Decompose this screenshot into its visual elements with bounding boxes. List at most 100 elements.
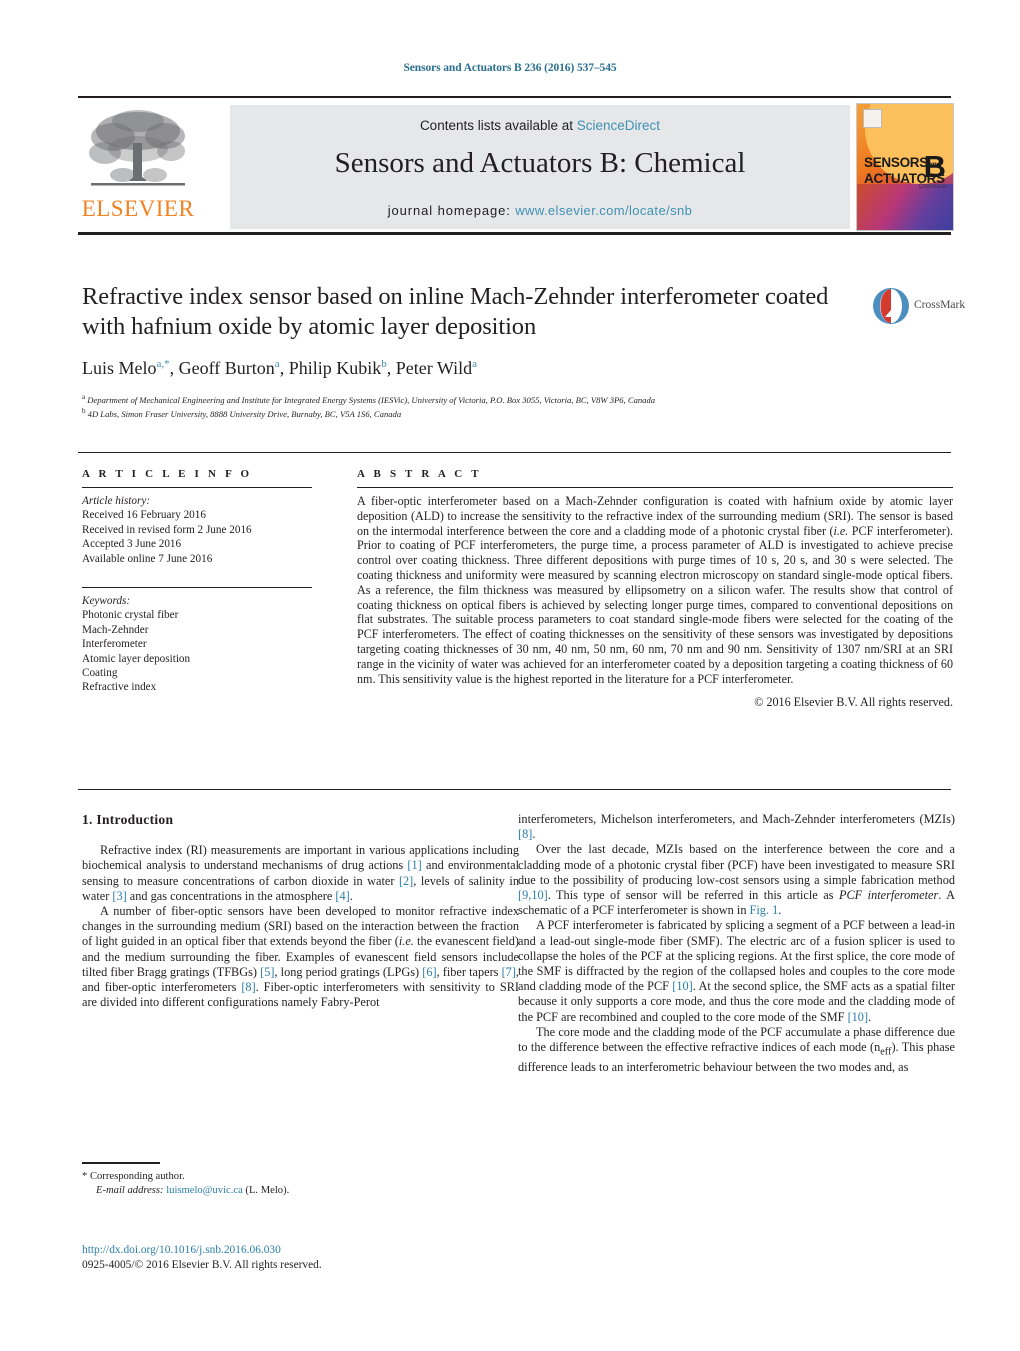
rp0-seg-a: interferometers, Michelson interferomete…	[518, 812, 955, 826]
affiliation-b: b 4D Labs, Simon Fraser University, 8888…	[82, 406, 862, 420]
paragraph-intro-2: A number of fiber-optic sensors have bee…	[82, 904, 519, 1010]
sciencedirect-link[interactable]: ScienceDirect	[577, 118, 660, 133]
figure-1-link[interactable]: Fig. 1	[750, 903, 779, 917]
email-link[interactable]: luismelo@uvic.ca	[166, 1185, 243, 1196]
citation-6[interactable]: [6]	[422, 965, 436, 979]
keywords-divider	[82, 587, 312, 589]
footnote-rule	[82, 1162, 160, 1164]
affiliation-b-text: 4D Labs, Simon Fraser University, 8888 U…	[87, 409, 402, 420]
crossmark-badge[interactable]: CrossMark	[872, 287, 965, 327]
homepage-url-link[interactable]: www.elsevier.com/locate/snb	[515, 203, 692, 218]
p2-seg-d: , fiber tapers	[436, 964, 502, 979]
footnote-block: * Corresponding author. E-mail address: …	[82, 1170, 512, 1197]
doi-link[interactable]: http://dx.doi.org/10.1016/j.snb.2016.06.…	[82, 1243, 512, 1258]
rp1-seg-d: .	[778, 903, 782, 918]
abstract-section-top-rule	[78, 452, 951, 453]
abstract-copyright: © 2016 Elsevier B.V. All rights reserved…	[754, 695, 953, 710]
rp1-seg-a: Over the last decade, MZIs based on the …	[518, 842, 955, 887]
paragraph-intro-4: A PCF interferometer is fabricated by sp…	[518, 918, 955, 1024]
keyword-4: Coating	[82, 667, 118, 680]
article-info-column: A R T I C L E I N F O Article history: R…	[82, 468, 312, 695]
corresponding-author-note: * Corresponding author.	[82, 1171, 185, 1182]
p2-italic: i.e.	[398, 934, 414, 949]
keyword-3: Atomic layer deposition	[82, 652, 191, 665]
elsevier-wordmark: ELSEVIER	[81, 196, 195, 221]
contents-line: Contents lists available at ScienceDirec…	[230, 118, 850, 133]
citation-2[interactable]: [2]	[399, 874, 413, 888]
paragraph-intro-2-continued: interferometers, Michelson interferomete…	[518, 812, 955, 842]
elsevier-logo: ELSEVIER	[78, 105, 198, 227]
abstract-italic-1: i.e.	[833, 523, 849, 538]
article-info-heading: A R T I C L E I N F O	[82, 468, 253, 480]
paragraph-intro-5: The core mode and the cladding mode of t…	[518, 1025, 955, 1075]
journal-banner: Contents lists available at ScienceDirec…	[230, 105, 850, 229]
running-head: Sensors and Actuators B 236 (2016) 537–5…	[403, 62, 617, 74]
abstract-section-bottom-rule	[78, 789, 951, 790]
history-item-3: Available online 7 June 2016	[82, 552, 213, 565]
crossmark-icon	[873, 288, 909, 324]
history-item-2: Accepted 3 June 2016	[82, 538, 182, 551]
rp1-italic: PCF interferometer	[838, 888, 939, 903]
citation-3[interactable]: [3]	[112, 889, 126, 903]
rp0-seg-b: .	[532, 827, 536, 842]
abstract-column: A B S T R A C T A fiber-optic interferom…	[357, 468, 953, 710]
affiliations: a Department of Mechanical Engineering a…	[82, 392, 862, 421]
author-list: Luis Meloa,*, Geoff Burtona, Philip Kubi…	[82, 358, 478, 378]
footer-block: http://dx.doi.org/10.1016/j.snb.2016.06.…	[82, 1243, 512, 1272]
affiliation-a: a Department of Mechanical Engineering a…	[82, 392, 862, 406]
rp2-seg-c: .	[868, 1009, 872, 1024]
title-block: Refractive index sensor based on inline …	[82, 282, 862, 421]
affiliation-a-marker: a	[82, 393, 86, 401]
homepage-line: journal homepage: www.elsevier.com/locat…	[230, 203, 850, 218]
keyword-5: Refractive index	[82, 681, 157, 694]
journal-masthead: ELSEVIER Contents lists available at Sci…	[78, 97, 954, 231]
affiliation-b-marker: b	[82, 407, 86, 416]
p1-seg-e: .	[349, 888, 353, 903]
issn-copyright-line: 0925-4005/© 2016 Elsevier B.V. All right…	[82, 1258, 322, 1271]
paragraph-intro-1: Refractive index (RI) measurements are i…	[82, 843, 519, 904]
keyword-1: Mach-Zehnder	[82, 623, 149, 636]
p2-seg-c: , long period gratings (LPGs)	[274, 964, 423, 979]
crossmark-label: CrossMark	[914, 299, 966, 311]
paragraph-intro-3: Over the last decade, MZIs based on the …	[518, 842, 955, 918]
article-info-divider	[82, 487, 312, 488]
keyword-0: Photonic crystal fiber	[82, 609, 179, 622]
masthead-bottom-rule	[78, 232, 951, 235]
citation-7[interactable]: [7]	[502, 965, 516, 979]
citation-8b[interactable]: [8]	[518, 827, 532, 841]
article-history-label: Article history:	[82, 495, 151, 507]
journal-title: Sensors and Actuators B: Chemical	[334, 147, 746, 179]
homepage-label: journal homepage:	[387, 203, 511, 218]
affiliation-a-text: Department of Mechanical Engineering and…	[87, 394, 656, 405]
email-label: E-mail address:	[96, 1184, 164, 1196]
citation-5[interactable]: [5]	[260, 965, 274, 979]
email-note: E-mail address: luismelo@uvic.ca (L. Mel…	[82, 1184, 512, 1198]
keyword-2: Interferometer	[82, 638, 147, 651]
p1-seg-d: and gas concentrations in the atmosphere	[126, 888, 336, 903]
keywords-label: Keywords:	[82, 595, 131, 608]
body-column-left: 1. Introduction Refractive index (RI) me…	[82, 812, 519, 1010]
info-gap	[82, 566, 312, 580]
elsevier-tree-icon	[89, 110, 185, 186]
cover-line1: SENSORS	[864, 155, 928, 170]
cover-series-subtitle: Chemical	[918, 184, 947, 190]
contents-label: Contents lists available at	[419, 118, 577, 133]
citation-8[interactable]: [8]	[241, 980, 255, 994]
history-item-0: Received 16 February 2016	[82, 509, 206, 522]
citation-10b[interactable]: [10]	[848, 1010, 869, 1024]
body-column-right: interferometers, Michelson interferomete…	[518, 812, 955, 1075]
cover-gradient-band	[857, 184, 953, 230]
citation-10a[interactable]: [10]	[672, 979, 693, 993]
journal-cover-thumbnail: SENSORSand ACTUATORS B Chemical	[856, 103, 954, 231]
rp1-seg-b: . This type of sensor will be referred i…	[547, 888, 839, 903]
citation-1[interactable]: [1]	[407, 858, 421, 872]
cover-elsevier-mark-icon	[863, 109, 882, 128]
history-item-1: Received in revised form 2 June 2016	[82, 523, 252, 536]
section-heading-introduction: 1. Introduction	[82, 812, 174, 827]
citation-4[interactable]: [4]	[335, 889, 349, 903]
n-eff-subscript: eff	[880, 1046, 892, 1058]
keywords-block: Keywords: Photonic crystal fiber Mach-Ze…	[82, 594, 312, 695]
citation-9-10[interactable]: [9,10]	[518, 888, 548, 902]
journal-article-page: Sensors and Actuators B 236 (2016) 537–5…	[0, 0, 1020, 1351]
abstract-text: A fiber-optic interferometer based on a …	[357, 494, 953, 686]
